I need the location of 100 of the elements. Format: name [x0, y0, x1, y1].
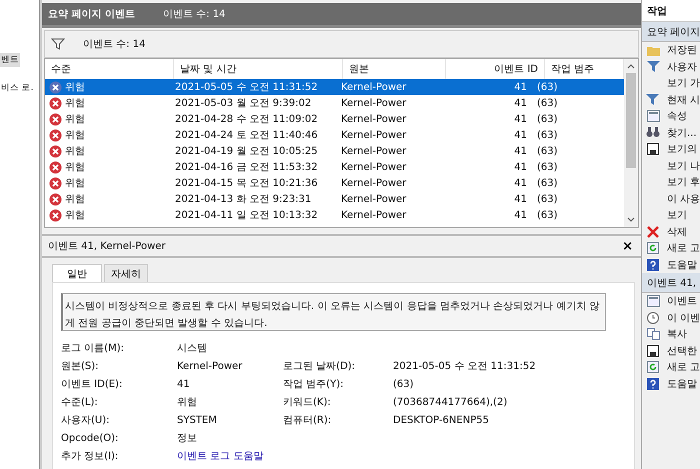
scroll-down-icon[interactable]	[627, 217, 635, 223]
level-text: 위험	[65, 161, 85, 174]
tab[interactable]: 일반	[52, 264, 102, 282]
action-item[interactable]: 삭제	[642, 224, 700, 240]
folder-icon	[646, 44, 660, 56]
action-item[interactable]: 도움말	[642, 376, 700, 392]
date-cell-text: 2021-05-05 수 오전 11:31:52	[174, 81, 319, 95]
action-label: 보기	[667, 209, 687, 222]
action-label: 도움말	[667, 258, 697, 272]
id-cell-text: 41	[513, 112, 528, 126]
action-item[interactable]: 보기 가	[642, 75, 700, 92]
action-item[interactable]: 보기의	[642, 141, 700, 158]
field-value: 위험	[177, 397, 197, 408]
field-label: 로그 이름(M):	[61, 342, 125, 355]
action-item[interactable]: 이벤트	[642, 293, 700, 310]
date-cell-text: 2021-04-15 목 오전 10:21:36	[174, 177, 319, 191]
save-icon	[647, 143, 659, 156]
action-item[interactable]: 도움말	[642, 256, 700, 273]
tree-item[interactable]: 벤트	[0, 53, 20, 67]
error-icon	[49, 80, 62, 94]
action-label: 속성	[667, 110, 687, 124]
scrollbar[interactable]	[624, 59, 638, 227]
event-row[interactable]: 위험 2021-04-15 목 오전 10:21:36 Kernel-Power 41 (63)	[45, 175, 624, 191]
event-row[interactable]: 위험 2021-04-19 월 오전 10:05:25 Kernel-Power 41 (63)	[45, 143, 624, 159]
event-row[interactable]: 위험 2021-04-24 토 오전 11:40:46 Kernel-Power 41 (63)	[45, 127, 624, 143]
category-cell-text: (63)	[536, 112, 559, 126]
field-value: 정보	[177, 433, 197, 444]
action-item[interactable]: 새로 고	[642, 359, 700, 376]
action-item[interactable]: 보기 나	[642, 158, 700, 174]
category-cell-text: (63)	[536, 144, 559, 158]
field-label: 키워드(K):	[283, 397, 331, 408]
field-value: 시스템	[177, 343, 207, 354]
event-row[interactable]: 위험 2021-04-11 일 오전 10:13:32 Kernel-Power 41 (63)	[45, 207, 624, 223]
date-cell-text: 2021-04-13 화 오전 9:23:31	[174, 193, 312, 207]
event-row[interactable]: 위험 2021-04-16 금 오전 11:53:32 Kernel-Power 41 (63)	[45, 159, 624, 175]
level-text: 위험	[65, 145, 85, 158]
filter-text: 이벤트 수: 14	[83, 38, 146, 51]
category-cell-text: (63)	[536, 128, 559, 142]
refresh-icon	[646, 361, 659, 374]
action-item[interactable]: 새로 고	[642, 240, 700, 256]
scroll-up-icon[interactable]	[627, 63, 635, 69]
category-cell-text: (63)	[536, 96, 559, 110]
date-cell-text: 2021-04-28 수 오전 11:09:02	[174, 113, 319, 127]
event-row[interactable]: 위험 2021-05-05 수 오전 11:31:52 Kernel-Power 41 (63)	[45, 79, 624, 95]
help-icon	[647, 378, 659, 390]
field-label: 작업 범주(Y):	[283, 379, 344, 390]
source-cell-text: Kernel-Power	[340, 112, 408, 126]
source-cell-text: Kernel-Power	[340, 160, 408, 174]
action-item[interactable]: 저장된	[642, 42, 700, 58]
action-item[interactable]: 사용자	[642, 58, 700, 75]
field-value: SYSTEM	[177, 414, 217, 426]
source-cell-text: Kernel-Power	[340, 192, 408, 206]
action-item[interactable]: 보기 후	[642, 174, 700, 190]
action-item[interactable]: 이 이벤	[642, 310, 700, 326]
action-item[interactable]: 현재 시	[642, 92, 700, 108]
tree-item[interactable]: 비스 로.	[0, 81, 34, 95]
action-label: 이 사용	[666, 192, 700, 206]
tab[interactable]: 자세히	[104, 264, 148, 282]
id-cell-text: 41	[513, 176, 528, 190]
help-icon	[647, 258, 659, 271]
close-button[interactable]: ×	[618, 238, 637, 254]
help-link[interactable]: 이벤트 로그 도움말	[177, 451, 264, 462]
event-row[interactable]: 위험 2021-05-03 월 오전 9:39:02 Kernel-Power 41 (63)	[45, 95, 624, 111]
event-count: 이벤트 수: 14	[162, 8, 226, 21]
event-row[interactable]: 위험 2021-04-28 수 오전 11:09:02 Kernel-Power 41 (63)	[45, 111, 624, 127]
action-item[interactable]: 이 사용	[642, 190, 700, 207]
section-header[interactable]: 이벤트 41,	[642, 273, 700, 293]
action-item[interactable]: 보기	[642, 207, 700, 224]
section-header[interactable]: 요약 페이지	[642, 22, 700, 42]
pane-title: 요약 페이지 이벤트	[48, 8, 135, 21]
field-label: 원본(S):	[61, 360, 100, 373]
filter-icon	[646, 94, 660, 106]
level-text: 위험	[65, 80, 85, 94]
category-cell-text: (63)	[536, 192, 559, 206]
event-message: 시스템이 비정상적으로 종료된 후 다시 부팅되었습니다. 이 오류는 시스템이 응답을 멈추었거나 손상되었거나 예기치 않게 전원 공급이 중단되면 발생할 수 있습니다.	[61, 293, 606, 331]
source-cell-text: Kernel-Power	[340, 144, 408, 158]
event-row[interactable]: 위험 2021-04-13 화 오전 9:23:31 Kernel-Power 41 (63)	[45, 191, 624, 207]
action-item[interactable]: 속성	[642, 108, 700, 124]
level-text: 위험	[65, 129, 85, 142]
save-icon	[647, 344, 659, 357]
source-cell-text: Kernel-Power	[340, 176, 408, 190]
field-value: (70368744177664),(2)	[393, 396, 508, 408]
field-label: 추가 정보(I):	[61, 450, 120, 463]
action-label: 새로 고	[666, 361, 700, 374]
action-label: 보기 후	[666, 176, 700, 190]
error-icon	[49, 208, 62, 222]
action-item[interactable]: 찾기...	[642, 124, 700, 141]
filter-icon	[646, 61, 660, 72]
field-value: 2021-05-05 수 오전 11:31:52	[393, 361, 536, 372]
source-cell-text: Kernel-Power	[340, 96, 408, 110]
properties-icon	[646, 110, 660, 122]
source-cell-text: Kernel-Power	[340, 128, 408, 142]
refresh-icon	[646, 242, 659, 254]
action-label: 새로 고	[666, 242, 700, 256]
action-item[interactable]: 복사	[642, 326, 700, 342]
field-label: 이벤트 ID(E):	[61, 378, 124, 391]
source-cell-text: Kernel-Power	[340, 208, 408, 222]
action-label: 저장된	[667, 44, 697, 58]
date-cell-text: 2021-04-11 일 오전 10:13:32	[174, 209, 319, 223]
action-item[interactable]: 선택한	[642, 342, 700, 359]
